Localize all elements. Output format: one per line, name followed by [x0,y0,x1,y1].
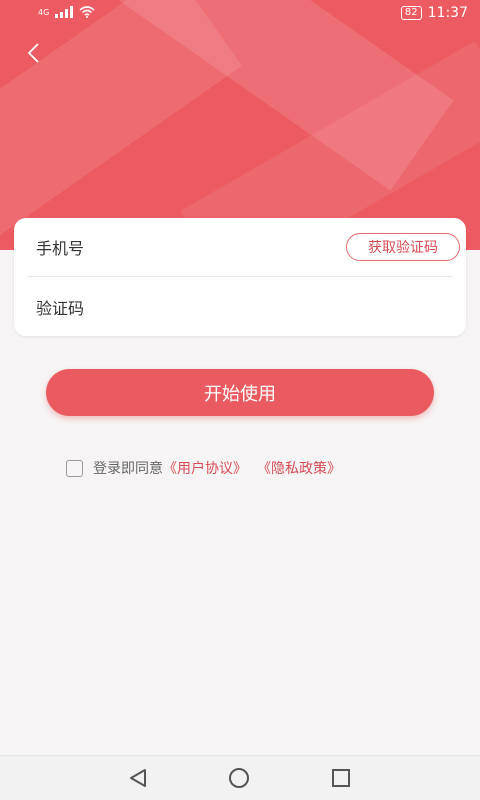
nav-back-button[interactable] [126,766,152,790]
start-button[interactable]: 开始使用 [46,369,434,416]
nav-home-button[interactable] [227,766,253,790]
code-row [14,278,466,336]
login-form-card: 获取验证码 [14,218,466,336]
battery-icon: 82 [400,6,422,20]
agreement-row: 登录即同意 《用户协议》 《隐私政策》 [66,457,341,479]
triangle-back-icon [130,769,146,787]
phone-input[interactable] [34,233,338,263]
system-nav-bar [0,755,480,800]
header-banner [0,0,480,250]
clock: 11:37 [427,5,468,21]
signal-icon [55,6,74,18]
divider [28,276,452,277]
privacy-policy-link[interactable]: 《隐私政策》 [257,458,341,478]
network-type-label: 4G [38,7,50,17]
nav-recents-button[interactable] [329,766,355,790]
user-agreement-link[interactable]: 《用户协议》 [163,458,247,478]
code-input[interactable] [34,293,338,323]
agree-checkbox[interactable] [66,459,83,477]
chevron-left-icon [27,43,39,63]
agreement-prefix: 登录即同意 [93,461,163,477]
back-button[interactable] [20,36,50,70]
status-bar: 4G 82 11:37 [0,0,480,28]
circle-home-icon [229,768,249,788]
square-recents-icon [332,769,350,787]
get-code-button[interactable]: 获取验证码 [346,233,460,261]
phone-row: 获取验证码 [14,218,466,276]
wifi-icon [79,6,95,18]
